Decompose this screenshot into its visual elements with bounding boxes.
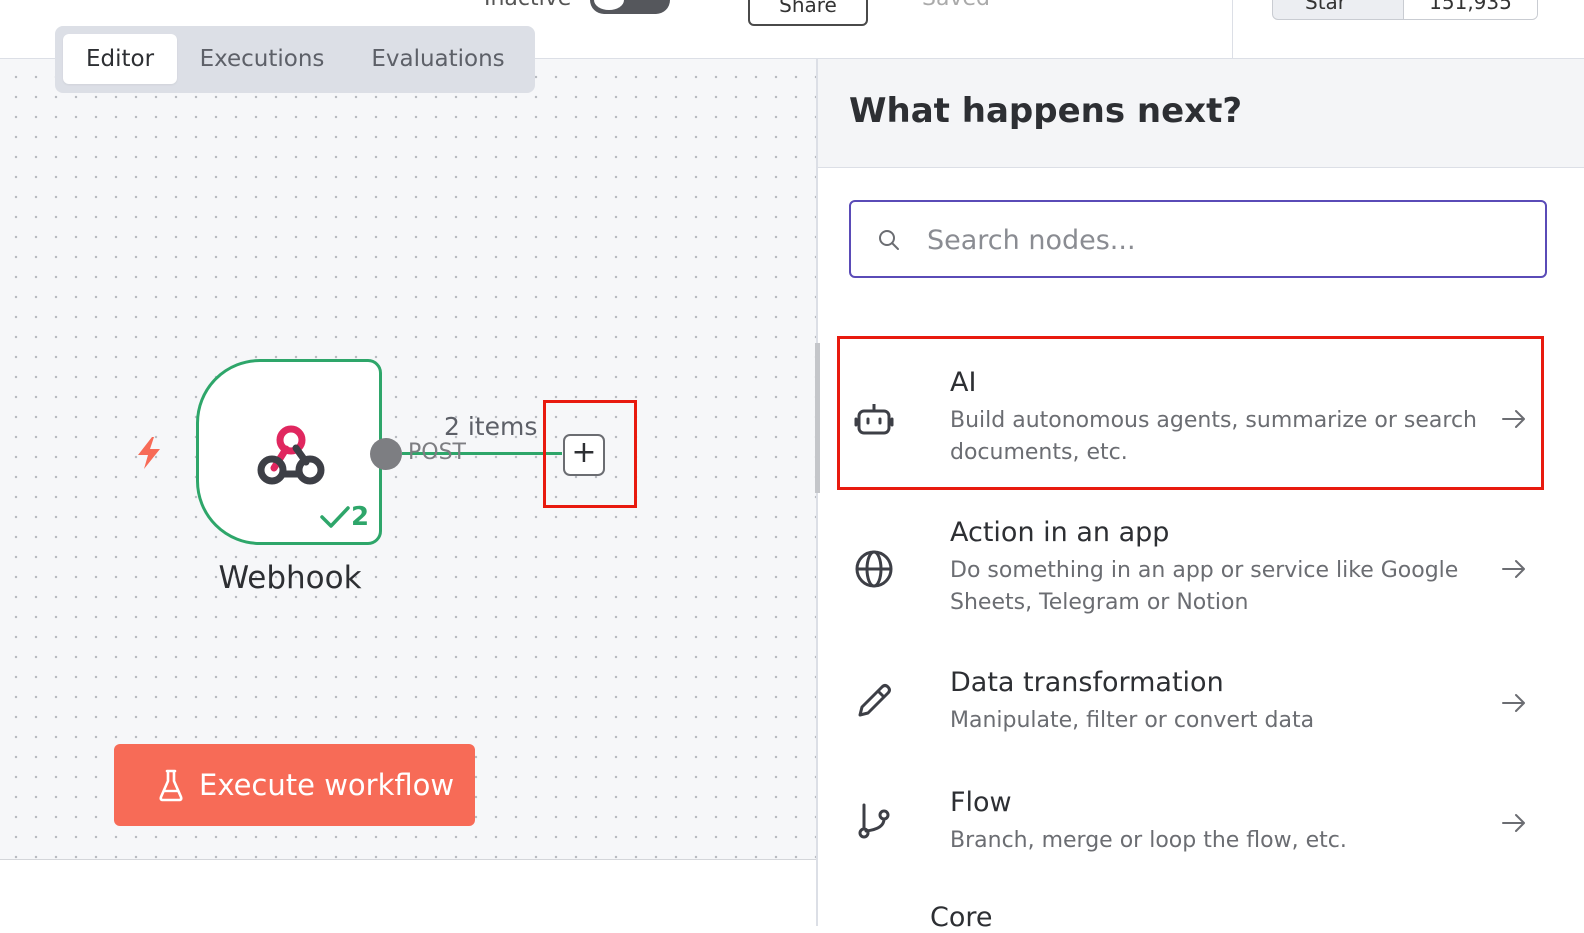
- category-title: Flow: [950, 787, 1012, 818]
- panel-title: What happens next?: [849, 91, 1243, 131]
- saved-status: Saved: [922, 0, 990, 11]
- tab-editor[interactable]: Editor: [63, 34, 177, 84]
- execute-workflow-button[interactable]: Execute workflow: [114, 744, 475, 826]
- view-tabs: Editor Executions Evaluations: [55, 26, 535, 93]
- search-box[interactable]: [849, 200, 1547, 278]
- arrow-right-icon: [1502, 560, 1525, 578]
- execute-workflow-label: Execute workflow: [199, 768, 455, 802]
- category-action-in-app[interactable]: Action in an app Do something in an app …: [836, 489, 1548, 639]
- category-title: Action in an app: [950, 517, 1170, 548]
- category-core-title[interactable]: Core: [930, 902, 993, 933]
- active-status-label: Inactive: [484, 0, 571, 11]
- globe-icon: [855, 550, 893, 588]
- category-description: Branch, merge or loop the flow, etc.: [950, 828, 1347, 853]
- arrow-right-icon: [1502, 814, 1525, 832]
- lightning-icon: [138, 437, 160, 469]
- node-creator-panel: What happens next? AI Build autonomous a…: [816, 59, 1584, 926]
- webhook-node[interactable]: 2: [196, 359, 382, 545]
- search-input[interactable]: [925, 220, 1529, 260]
- category-title: Data transformation: [950, 667, 1224, 698]
- active-toggle[interactable]: [590, 0, 670, 14]
- category-description: Do something in an app or service like G…: [950, 558, 1459, 615]
- tab-executions[interactable]: Executions: [185, 34, 339, 84]
- header-divider: [1232, 0, 1233, 58]
- star-count: 151,935: [1404, 0, 1537, 19]
- share-button[interactable]: Share: [748, 0, 868, 26]
- output-handle[interactable]: [370, 438, 402, 470]
- panel-header: What happens next?: [818, 59, 1584, 168]
- github-star-widget[interactable]: Star 151,935: [1272, 0, 1538, 20]
- pencil-icon: [858, 684, 891, 717]
- star-label: Star: [1305, 0, 1347, 14]
- output-label: POST: [408, 440, 466, 465]
- tab-evaluations[interactable]: Evaluations: [355, 34, 521, 84]
- success-check-icon: [320, 506, 350, 528]
- canvas-bottom-border: [0, 859, 816, 860]
- toggle-knob: [594, 0, 624, 10]
- star-button[interactable]: Star: [1273, 0, 1404, 19]
- node-title: Webhook: [218, 560, 362, 596]
- webhook-icon: [257, 425, 325, 485]
- search-icon: [879, 230, 899, 250]
- panel-resize-handle[interactable]: [815, 343, 820, 493]
- arrow-right-icon: [1502, 694, 1525, 712]
- category-flow[interactable]: Flow Branch, merge or loop the flow, etc…: [836, 759, 1548, 909]
- flask-icon: [159, 769, 183, 802]
- highlight-box-add-node: [543, 400, 637, 508]
- branch-icon: [858, 803, 890, 839]
- success-count: 2: [351, 502, 370, 532]
- items-count-label: 2 items: [444, 412, 538, 441]
- category-description: Manipulate, filter or convert data: [950, 708, 1315, 733]
- highlight-box-ai-category: [837, 336, 1544, 490]
